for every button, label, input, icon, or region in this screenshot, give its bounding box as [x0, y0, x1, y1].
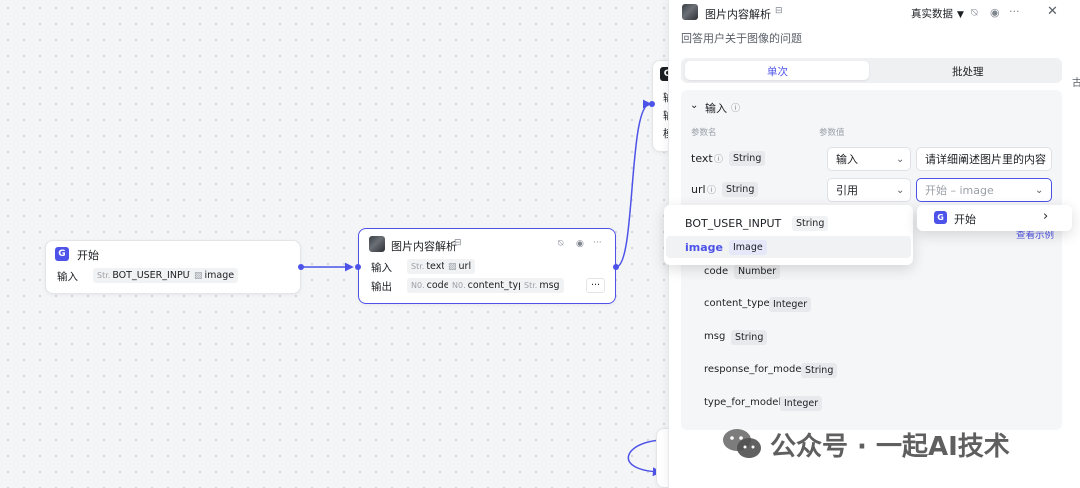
info-icon: ⓘ — [707, 186, 717, 196]
mute-icon[interactable]: ⍉ — [558, 239, 563, 249]
dropdown-item-name: image — [685, 241, 723, 254]
chevron-down-icon[interactable]: ⌄ — [690, 100, 698, 111]
image-type-icon: ▨ — [194, 270, 203, 281]
input-section-title: 输入 — [705, 102, 727, 115]
col-param-name: 参数名 — [691, 128, 717, 138]
caret-down-icon: ▼ — [957, 10, 964, 20]
bookmark-icon: ⊟ — [454, 238, 462, 248]
output-msg-type: String — [731, 330, 768, 345]
output-response-type: String — [801, 363, 838, 378]
image-node-input-url: ▨ url — [444, 259, 476, 274]
info-icon: ⓘ — [731, 104, 741, 114]
submenu-start-icon: G — [934, 211, 947, 224]
start-node-title: 开始 — [77, 249, 99, 262]
output-msg-name: msg — [704, 331, 726, 342]
panel-more-icon[interactable]: ··· — [1009, 5, 1020, 18]
right-edge-glyph: 古 — [1072, 78, 1080, 89]
param-url-value-select[interactable]: 开始 – image — [916, 178, 1052, 202]
image-type-icon: ▨ — [448, 261, 457, 272]
info-icon: ⓘ — [714, 155, 724, 165]
start-node-tag-bot-user-input: Str. BOT_USER_INPUT — [93, 268, 200, 283]
start-node-tag-image: ▨ image — [190, 268, 239, 283]
chevron-down-icon: ⌄ — [896, 154, 905, 165]
watermark-text: 公众号 · 一起AI技术 — [770, 431, 1010, 462]
start-node-icon: G — [55, 247, 69, 261]
more-icon[interactable]: ··· — [593, 238, 602, 248]
wechat-icon — [723, 429, 761, 458]
panel-node-icon — [682, 4, 698, 20]
output-code-name: code — [704, 266, 729, 277]
image-node-icon — [369, 236, 385, 252]
param-url-type: String — [722, 182, 759, 197]
image-node-output-label: 输出 — [371, 281, 392, 293]
close-icon[interactable]: ✕ — [1047, 4, 1058, 19]
watermark: 公众号 · 一起AI技术 — [722, 424, 1010, 464]
dropdown-item-type: String — [792, 216, 829, 231]
edge-image-to-next — [615, 99, 652, 268]
run-icon[interactable]: ◉ — [576, 239, 584, 249]
tab-batch[interactable]: 批处理 — [952, 64, 984, 79]
tab-single[interactable]: 单次 — [767, 64, 788, 79]
panel-run-icon[interactable]: ◉ — [990, 6, 1000, 19]
chevron-down-icon: ⌄ — [1035, 185, 1044, 196]
image-node-input-port[interactable] — [355, 264, 361, 270]
image-node-title: 图片内容解析 — [391, 240, 457, 253]
dropdown-item-type: Image — [729, 240, 767, 255]
param-text-name: text — [691, 152, 713, 165]
output-type-name: type_for_model — [704, 397, 782, 408]
submenu-item-start[interactable]: 开始 — [954, 211, 976, 227]
param-url-name: url — [691, 183, 706, 196]
image-node-more-outputs[interactable]: ··· — [586, 278, 606, 293]
chevron-down-icon: ⌄ — [896, 185, 905, 196]
dropdown-item-name: BOT_USER_INPUT — [685, 217, 782, 230]
image-node-input-text: Str. text — [407, 259, 450, 274]
image-node-input-label: 输入 — [371, 262, 392, 274]
partial-node-input-port[interactable] — [649, 101, 655, 107]
chevron-right-icon[interactable]: › — [1043, 209, 1048, 224]
data-mode-select[interactable]: 真实数据 ▼ — [911, 6, 964, 21]
output-type-type: Integer — [780, 396, 823, 411]
panel-mute-icon[interactable]: ⍉ — [971, 6, 978, 20]
image-node-output-port[interactable] — [613, 264, 619, 270]
panel-description: 回答用户关于图像的问题 — [681, 32, 802, 45]
param-text-value-input[interactable]: 请详细阐述图片里的内容 — [916, 147, 1052, 171]
param-text-type: String — [729, 151, 766, 166]
output-content-type-type: Integer — [769, 297, 812, 312]
start-node-input-label: 输入 — [57, 271, 78, 283]
panel-title: 图片内容解析 — [705, 8, 771, 21]
output-content-type-name: content_type — [704, 298, 770, 309]
output-code-type: Number — [734, 264, 781, 279]
start-node-output-port[interactable] — [298, 264, 304, 270]
image-node-output-msg: Str. msg — [520, 278, 564, 293]
output-response-name: response_for_model — [704, 364, 805, 375]
image-node-output-code: N0. code — [407, 278, 454, 293]
col-param-value: 参数值 — [819, 128, 845, 138]
panel-bookmark-icon: ⊟ — [775, 6, 783, 16]
